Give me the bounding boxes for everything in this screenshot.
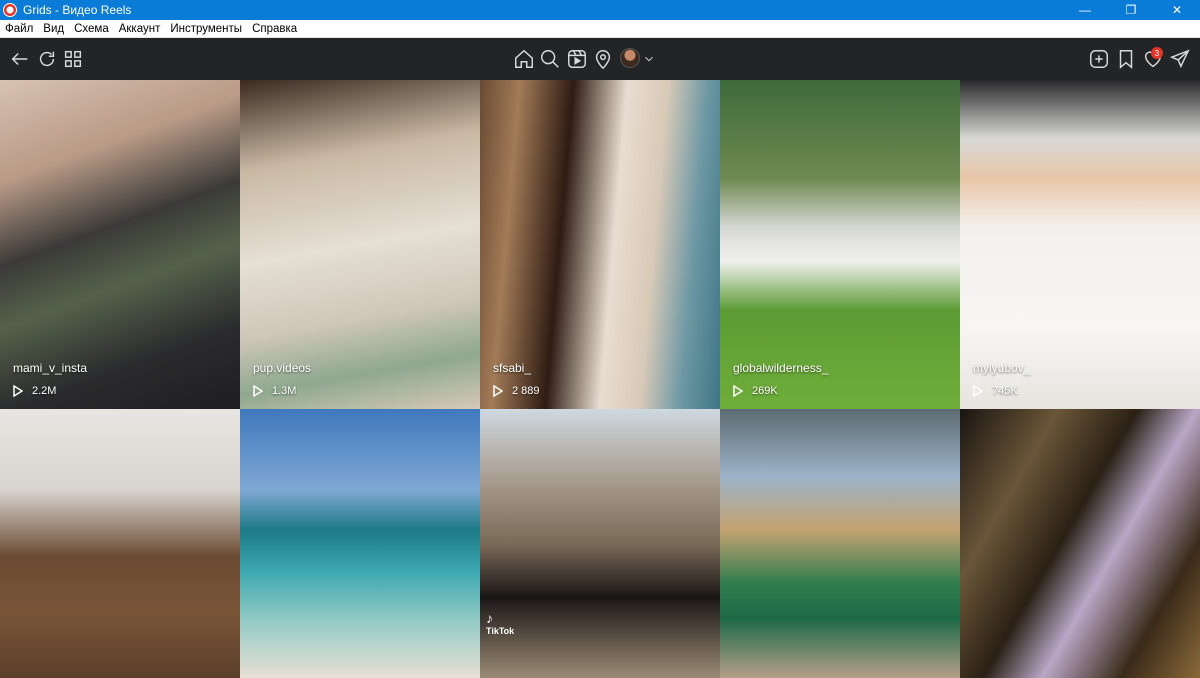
grid-view-icon[interactable]	[61, 47, 85, 71]
view-count: 269K	[752, 385, 778, 397]
refresh-icon[interactable]	[35, 47, 59, 71]
toolbar	[0, 38, 1200, 80]
menu-account[interactable]: Аккаунт	[114, 23, 166, 35]
maximize-button[interactable]: ❐	[1108, 0, 1154, 20]
window-controls: — ❐ ✕	[1062, 0, 1200, 20]
reel-views: 745K	[973, 384, 1018, 398]
reel-views: 2 889	[493, 384, 540, 398]
reel-tile[interactable]: globalwilderness_ 269K	[720, 80, 960, 409]
view-count: 2 889	[512, 385, 540, 397]
reel-author[interactable]: sfsabi_	[493, 361, 531, 375]
new-post-icon[interactable]	[1087, 47, 1111, 71]
reel-tile[interactable]: pup.videos 1.3M	[240, 80, 480, 409]
play-icon	[253, 384, 264, 398]
bookmark-icon[interactable]	[1114, 47, 1138, 71]
view-count: 745K	[992, 385, 1018, 397]
home-icon[interactable]	[512, 47, 536, 71]
reel-tile[interactable]	[240, 409, 480, 678]
reel-author[interactable]: pup.videos	[253, 361, 311, 375]
play-icon	[13, 384, 24, 398]
tiktok-watermark: ♪ TikTok	[486, 610, 514, 636]
view-count: 1.3M	[272, 385, 297, 397]
reel-tile[interactable]	[0, 409, 240, 678]
chevron-down-icon[interactable]	[640, 47, 658, 71]
play-icon	[973, 384, 984, 398]
tiktok-logo-icon: ♪	[486, 610, 493, 626]
send-icon[interactable]	[1168, 47, 1192, 71]
back-arrow-icon[interactable]	[8, 47, 32, 71]
reel-tile[interactable]	[960, 409, 1200, 678]
reel-tile[interactable]: mylyubov_ 745K	[960, 80, 1200, 409]
minimize-button[interactable]: —	[1062, 0, 1108, 20]
reels-icon[interactable]	[565, 47, 589, 71]
notification-badge: 3	[1151, 47, 1163, 59]
close-button[interactable]: ✕	[1154, 0, 1200, 20]
reel-author[interactable]: globalwilderness_	[733, 361, 828, 375]
search-icon[interactable]	[538, 47, 562, 71]
play-icon	[733, 384, 744, 398]
reel-views: 1.3M	[253, 384, 297, 398]
menu-file[interactable]: Файл	[0, 23, 38, 35]
menu-bar: Файл Вид Схема Аккаунт Инструменты Справ…	[0, 20, 1200, 38]
reel-tile[interactable]: sfsabi_ 2 889	[480, 80, 720, 409]
tiktok-label: TikTok	[486, 626, 515, 636]
menu-tools[interactable]: Инструменты	[165, 23, 247, 35]
play-icon	[493, 384, 504, 398]
app-logo-icon	[3, 3, 17, 17]
reel-tile[interactable]: mami_v_insta 2.2M	[0, 80, 240, 409]
window-title: Grids - Видео Reels	[23, 3, 132, 17]
title-bar: Grids - Видео Reels — ❐ ✕	[0, 0, 1200, 20]
reels-grid: mami_v_insta 2.2M pup.videos 1.3M sfsabi…	[0, 80, 1200, 678]
reel-author[interactable]: mami_v_insta	[13, 361, 87, 375]
profile-avatar[interactable]	[620, 48, 640, 68]
reel-author[interactable]: mylyubov_	[973, 361, 1030, 375]
location-pin-icon[interactable]	[591, 47, 615, 71]
view-count: 2.2M	[32, 385, 57, 397]
menu-view[interactable]: Вид	[38, 23, 69, 35]
reel-views: 269K	[733, 384, 778, 398]
reel-tile[interactable]	[720, 409, 960, 678]
reel-tile[interactable]: ♪ TikTok	[480, 409, 720, 678]
reel-views: 2.2M	[13, 384, 57, 398]
menu-scheme[interactable]: Схема	[69, 23, 114, 35]
menu-help[interactable]: Справка	[247, 23, 302, 35]
